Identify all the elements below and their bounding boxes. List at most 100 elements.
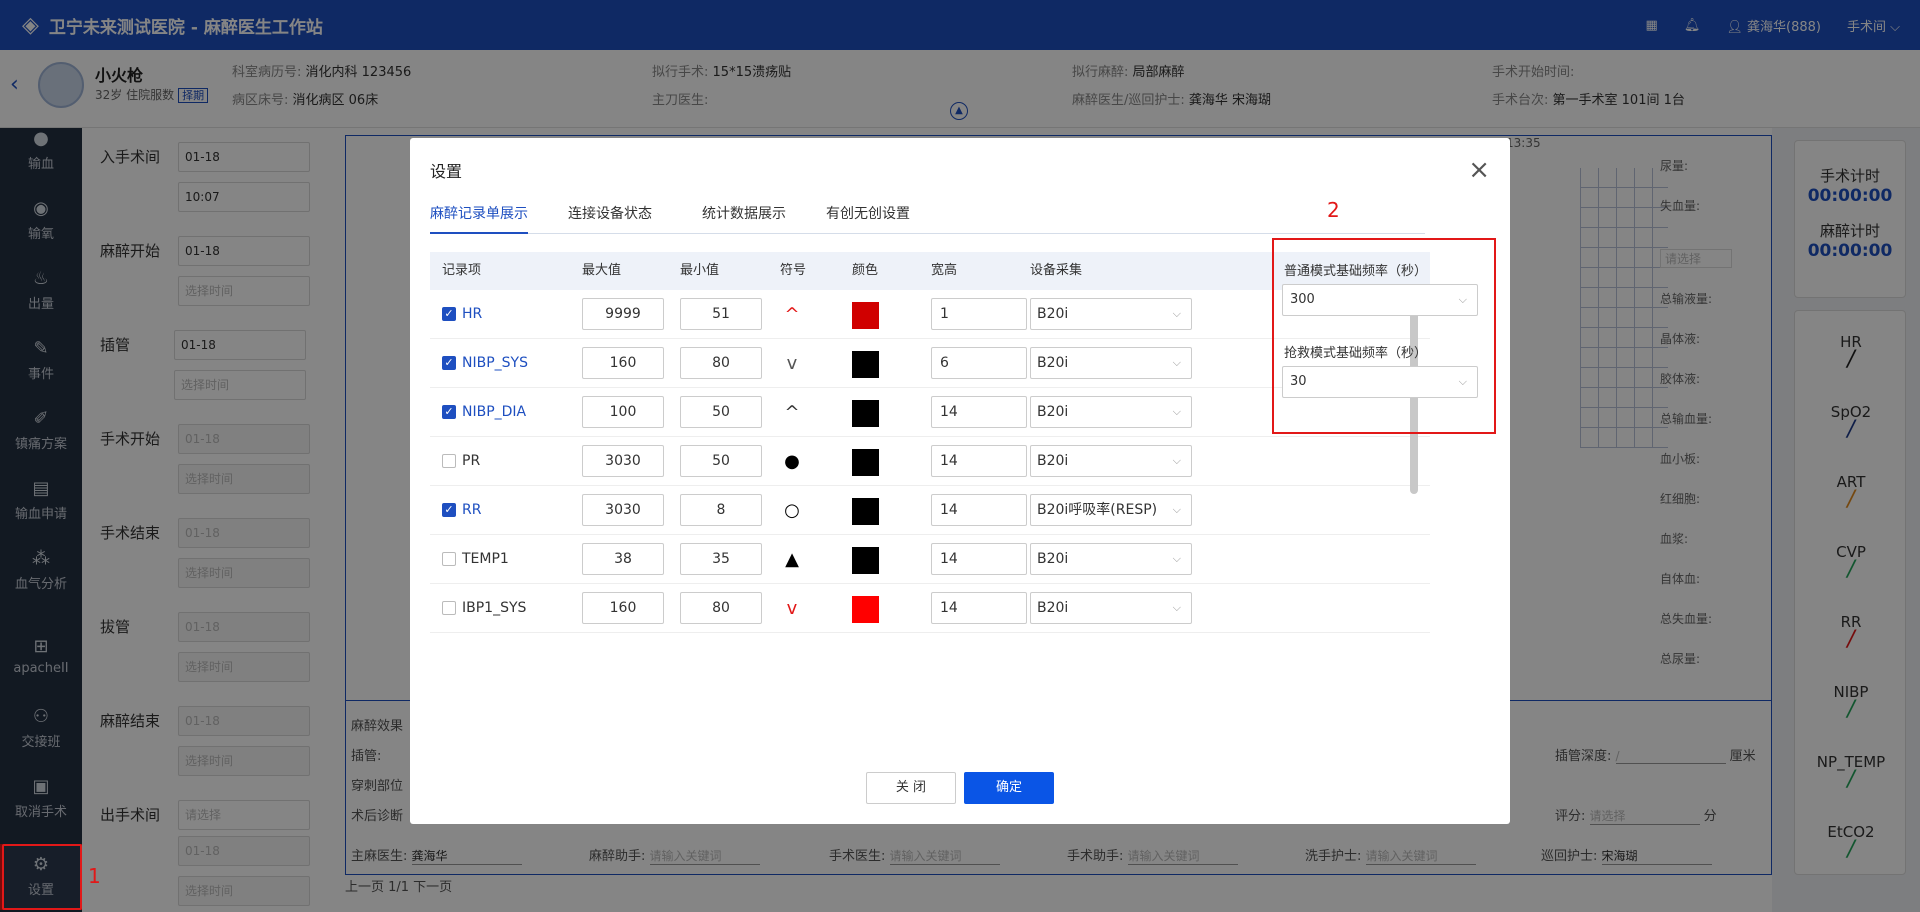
- color-swatch[interactable]: [852, 351, 879, 378]
- size-input[interactable]: 14: [931, 396, 1027, 428]
- table-row: PR 3030 50 ● 14 B20i ⌵: [430, 437, 1430, 486]
- settings-tabs: 麻醉记录单展示 连接设备状态 统计数据展示 有创无创设置: [430, 202, 1425, 234]
- table-row: TEMP1 38 35 ▲ 14 B20i ⌵: [430, 535, 1430, 584]
- min-value-input[interactable]: 80: [680, 592, 762, 624]
- device-select[interactable]: B20i呼吸率(RESP) ⌵: [1030, 494, 1192, 526]
- normal-frequency-value: 300: [1290, 292, 1315, 307]
- color-swatch[interactable]: [852, 449, 879, 476]
- chevron-down-icon: ⌵: [1172, 601, 1181, 614]
- device-select[interactable]: B20i ⌵: [1030, 298, 1192, 330]
- frequency-settings: 普通模式基础频率（秒） 300 ⌵ 抢救模式基础频率（秒） 30 ⌵: [1272, 238, 1496, 434]
- row-checkbox[interactable]: [442, 601, 456, 615]
- rescue-frequency-select[interactable]: 30 ⌵: [1282, 366, 1478, 398]
- device-value: B20i: [1037, 600, 1069, 616]
- min-value-input[interactable]: 8: [680, 494, 762, 526]
- symbol-select[interactable]: ▲: [780, 535, 804, 584]
- record-item-name: TEMP1: [462, 551, 509, 567]
- tab-device-status[interactable]: 连接设备状态: [568, 202, 652, 234]
- table-row: ✓ RR 3030 8 ○ 14 B20i呼吸率(RESP) ⌵: [430, 486, 1430, 535]
- chevron-down-icon: ⌵: [1172, 307, 1181, 320]
- device-select[interactable]: B20i ⌵: [1030, 592, 1192, 624]
- tab-invasive-settings[interactable]: 有创无创设置: [826, 202, 910, 234]
- tab-statistics[interactable]: 统计数据展示: [702, 202, 786, 234]
- settings-highlight: [2, 844, 82, 910]
- chevron-down-icon: ⌵: [1172, 454, 1181, 467]
- confirm-button[interactable]: 确定: [964, 772, 1054, 804]
- close-button[interactable]: 关 闭: [866, 772, 956, 804]
- chevron-down-icon: ⌵: [1458, 375, 1467, 388]
- max-value-input[interactable]: 38: [582, 543, 664, 575]
- column-header: 符号: [780, 263, 807, 278]
- min-value-input[interactable]: 35: [680, 543, 762, 575]
- color-swatch[interactable]: [852, 302, 879, 329]
- symbol-select[interactable]: v: [780, 584, 804, 633]
- symbol-select[interactable]: ^: [780, 388, 804, 437]
- row-checkbox[interactable]: [442, 454, 456, 468]
- close-icon[interactable]: ×: [1468, 157, 1490, 183]
- color-swatch[interactable]: [852, 547, 879, 574]
- annotation-1: 1: [88, 864, 101, 888]
- size-input[interactable]: 14: [931, 543, 1027, 575]
- row-checkbox[interactable]: ✓: [442, 307, 456, 321]
- color-swatch[interactable]: [852, 400, 879, 427]
- dialog-title: 设置: [430, 162, 463, 181]
- device-value: B20i呼吸率(RESP): [1037, 502, 1158, 518]
- normal-frequency-label: 普通模式基础频率（秒）: [1284, 264, 1428, 279]
- device-value: B20i: [1037, 355, 1069, 371]
- row-checkbox[interactable]: [442, 552, 456, 566]
- record-item-name: PR: [462, 453, 481, 469]
- chevron-down-icon: ⌵: [1172, 552, 1181, 565]
- device-select[interactable]: B20i ⌵: [1030, 347, 1192, 379]
- max-value-input[interactable]: 160: [582, 347, 664, 379]
- symbol-select[interactable]: ●: [780, 437, 804, 486]
- max-value-input[interactable]: 160: [582, 592, 664, 624]
- symbol-select[interactable]: ^: [780, 290, 804, 339]
- max-value-input[interactable]: 100: [582, 396, 664, 428]
- column-header: 宽高: [931, 263, 958, 278]
- column-header: 最小值: [680, 263, 720, 278]
- row-checkbox[interactable]: ✓: [442, 503, 456, 517]
- record-item-name: HR: [462, 306, 483, 322]
- min-value-input[interactable]: 50: [680, 396, 762, 428]
- max-value-input[interactable]: 3030: [582, 445, 664, 477]
- row-checkbox[interactable]: ✓: [442, 405, 456, 419]
- chevron-down-icon: ⌵: [1458, 293, 1467, 306]
- device-select[interactable]: B20i ⌵: [1030, 396, 1192, 428]
- size-input[interactable]: 14: [931, 445, 1027, 477]
- chevron-down-icon: ⌵: [1172, 356, 1181, 369]
- chevron-down-icon: ⌵: [1172, 503, 1181, 516]
- rescue-frequency-label: 抢救模式基础频率（秒）: [1284, 346, 1428, 361]
- color-swatch[interactable]: [852, 596, 879, 623]
- min-value-input[interactable]: 50: [680, 445, 762, 477]
- device-select[interactable]: B20i ⌵: [1030, 543, 1192, 575]
- size-input[interactable]: 1: [931, 298, 1027, 330]
- device-select[interactable]: B20i ⌵: [1030, 445, 1192, 477]
- min-value-input[interactable]: 80: [680, 347, 762, 379]
- max-value-input[interactable]: 3030: [582, 494, 664, 526]
- annotation-2: 2: [1327, 198, 1340, 222]
- device-value: B20i: [1037, 453, 1069, 469]
- column-header: 颜色: [852, 263, 879, 278]
- symbol-select[interactable]: v: [780, 339, 804, 388]
- column-header: 记录项: [442, 263, 482, 278]
- min-value-input[interactable]: 51: [680, 298, 762, 330]
- color-swatch[interactable]: [852, 498, 879, 525]
- size-input[interactable]: 14: [931, 592, 1027, 624]
- device-value: B20i: [1037, 404, 1069, 420]
- table-row: IBP1_SYS 160 80 v 14 B20i ⌵: [430, 584, 1430, 633]
- symbol-select[interactable]: ○: [780, 486, 804, 535]
- record-item-name: IBP1_SYS: [462, 600, 527, 616]
- device-value: B20i: [1037, 551, 1069, 567]
- record-item-name: NIBP_DIA: [462, 404, 527, 420]
- normal-frequency-select[interactable]: 300 ⌵: [1282, 284, 1478, 316]
- tab-record-display[interactable]: 麻醉记录单展示: [430, 202, 528, 234]
- size-input[interactable]: 14: [931, 494, 1027, 526]
- size-input[interactable]: 6: [931, 347, 1027, 379]
- settings-dialog: 设置 × 麻醉记录单展示 连接设备状态 统计数据展示 有创无创设置 记录项 最大…: [410, 138, 1510, 824]
- rescue-frequency-value: 30: [1290, 374, 1307, 389]
- row-checkbox[interactable]: ✓: [442, 356, 456, 370]
- device-value: B20i: [1037, 306, 1069, 322]
- max-value-input[interactable]: 9999: [582, 298, 664, 330]
- column-header: 设备采集: [1030, 263, 1083, 278]
- record-item-name: NIBP_SYS: [462, 355, 528, 371]
